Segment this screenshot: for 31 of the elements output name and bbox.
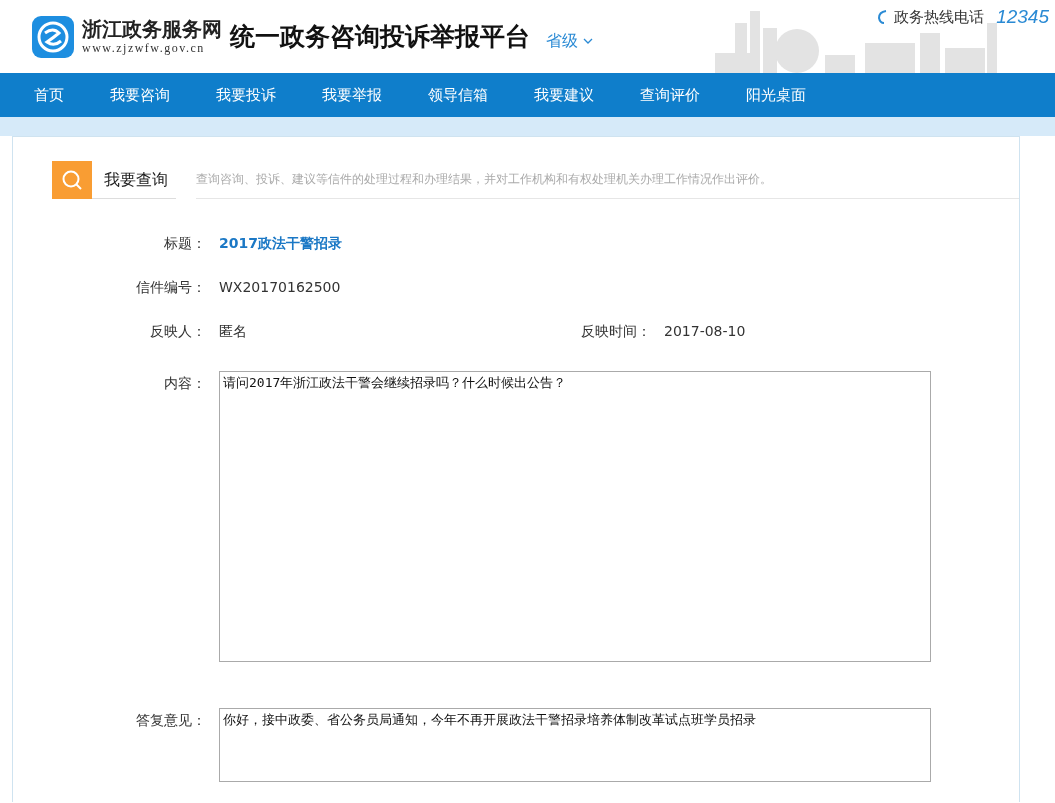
letter-title: 2017政法干警招录 (219, 235, 342, 253)
section-title: 我要查询 (92, 161, 176, 199)
nav-item[interactable]: 我要投诉 (204, 73, 288, 117)
reporter-name: 匿名 (219, 323, 247, 341)
field-label: 反映人： (149, 323, 206, 341)
search-icon (52, 161, 92, 199)
section-description: 查询咨询、投诉、建议等信件的处理过程和办理结果，并对工作机构和有权处理机关办理工作情况作出评价。 (196, 160, 1019, 199)
logo-icon (32, 15, 74, 58)
nav-item[interactable]: 我要举报 (310, 73, 394, 117)
nav-item[interactable]: 阳光桌面 (734, 73, 818, 117)
region-dropdown[interactable]: 省级 (546, 31, 593, 52)
letter-number: WX20170162500 (219, 279, 341, 295)
field-label: 标题： (163, 235, 206, 253)
hotline-number: 12345 (996, 6, 1049, 28)
nav-item[interactable]: 查询评价 (628, 73, 712, 117)
platform-title: 统一政务咨询投诉举报平台 (230, 21, 530, 53)
field-label: 信件编号： (135, 279, 206, 297)
field-label: 答复意见： (135, 712, 206, 730)
field-label: 内容： (163, 375, 206, 393)
site-name: 浙江政务服务网 (82, 17, 222, 41)
nav-item[interactable]: 我要咨询 (98, 73, 182, 117)
field-label: 反映时间： (581, 323, 651, 341)
nav-item[interactable]: 首页 (22, 73, 76, 117)
hotline-label: 政务热线电话 (894, 7, 985, 27)
report-time: 2017-08-10 (664, 323, 746, 339)
site-url: www.zjzwfw.gov.cn (82, 41, 206, 56)
chevron-down-icon (583, 38, 593, 45)
reply-text-area[interactable]: 你好，接中政委、省公务员局通知，今年不再开展政法干警招录培养体制改革试点班学员招录 (219, 708, 931, 782)
nav-item[interactable]: 领导信箱 (416, 73, 500, 117)
content-text-area[interactable]: 请问2017年浙江政法干警会继续招录吗？什么时候出公告？ (219, 371, 931, 662)
nav-item[interactable]: 我要建议 (522, 73, 606, 117)
